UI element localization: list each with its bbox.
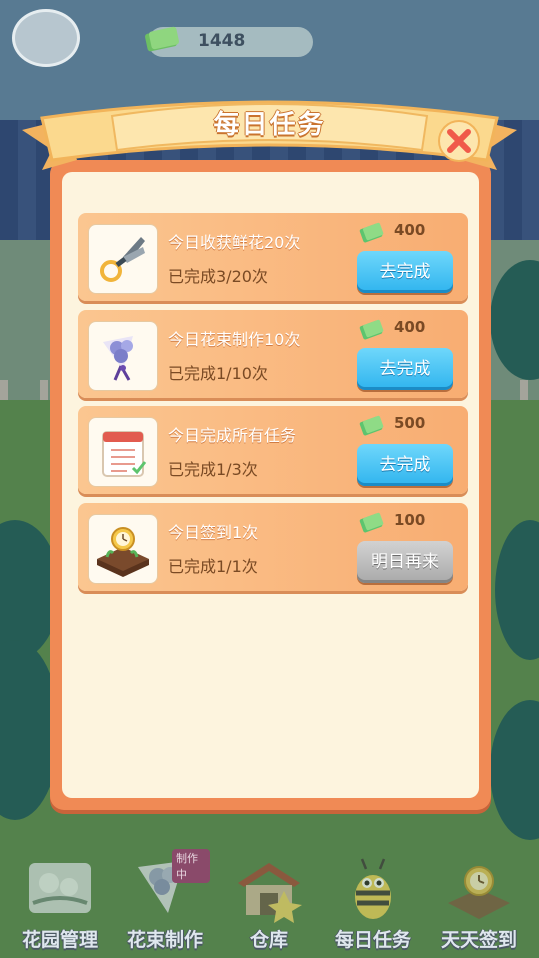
bottom-nav: 花园管理 制作中 花束制作 仓库 每日任务 天天签到 bbox=[0, 845, 539, 958]
task-card: 今日完成所有任务 已完成1/3次 500 去完成 bbox=[78, 406, 468, 494]
crafting-badge: 制作中 bbox=[172, 849, 210, 883]
player-avatar[interactable] bbox=[12, 9, 80, 67]
task-progress: 已完成3/20次 bbox=[168, 267, 268, 286]
cash-value: 1448 bbox=[198, 31, 246, 51]
task-icon-box bbox=[88, 417, 158, 487]
task-title: 今日签到1次 bbox=[168, 523, 259, 542]
task-icon-box bbox=[88, 224, 158, 294]
nav-label: 花束制作 bbox=[126, 929, 203, 951]
nav-item-checkin[interactable]: 天天签到 bbox=[434, 853, 524, 953]
task-reward: 400 bbox=[394, 318, 426, 336]
nav-label: 每日任务 bbox=[334, 929, 411, 951]
task-card: 今日花束制作10次 已完成1/10次 400 去完成 bbox=[78, 310, 468, 398]
task-reward: 500 bbox=[394, 414, 426, 432]
warehouse-icon bbox=[238, 863, 302, 923]
cash-reward-icon bbox=[359, 222, 384, 243]
task-title: 今日花束制作10次 bbox=[168, 330, 301, 349]
task-reward: 100 bbox=[394, 511, 426, 529]
close-button[interactable] bbox=[436, 118, 482, 164]
nav-label: 仓库 bbox=[249, 929, 288, 951]
task-progress: 已完成1/10次 bbox=[168, 364, 268, 383]
flower-bouquet-icon bbox=[103, 336, 133, 381]
bee-icon bbox=[355, 858, 391, 919]
task-card: 今日收获鲜花20次 已完成3/20次 400 去完成 bbox=[78, 213, 468, 301]
task-progress: 已完成1/3次 bbox=[168, 460, 258, 479]
cash-reward-icon bbox=[359, 319, 384, 340]
nav-item-warehouse[interactable]: 仓库 bbox=[224, 853, 314, 953]
cash-counter: 1448 bbox=[145, 26, 313, 57]
task-progress: 已完成1/1次 bbox=[168, 557, 258, 576]
go-complete-button[interactable]: 去完成 bbox=[357, 348, 453, 390]
nav-item-garden[interactable]: 花园管理 bbox=[15, 853, 105, 953]
cash-icon bbox=[145, 26, 180, 52]
task-icon-box bbox=[88, 514, 158, 584]
task-reward: 400 bbox=[394, 221, 426, 239]
go-complete-button[interactable]: 去完成 bbox=[357, 251, 453, 293]
pruning-shears-icon bbox=[100, 237, 145, 282]
garden-icon bbox=[29, 863, 91, 913]
come-back-tomorrow-button[interactable]: 明日再来 bbox=[357, 541, 453, 583]
task-card: 今日签到1次 已完成1/1次 100 明日再来 bbox=[78, 503, 468, 591]
task-icon-box bbox=[88, 321, 158, 391]
go-complete-button[interactable]: 去完成 bbox=[357, 444, 453, 486]
sprout-pocketwatch-icon bbox=[97, 527, 149, 577]
checklist-calendar-icon bbox=[102, 431, 147, 477]
nav-item-bouquet[interactable]: 制作中 花束制作 bbox=[120, 849, 210, 953]
nav-label: 天天签到 bbox=[440, 929, 517, 951]
cash-reward-icon bbox=[359, 415, 384, 436]
cash-reward-icon bbox=[359, 512, 384, 533]
task-title: 今日收获鲜花20次 bbox=[168, 233, 301, 252]
checkin-watch-icon bbox=[448, 866, 510, 919]
nav-item-daily-tasks[interactable]: 每日任务 bbox=[328, 853, 418, 953]
task-title: 今日完成所有任务 bbox=[168, 426, 297, 445]
nav-label: 花园管理 bbox=[21, 929, 98, 951]
